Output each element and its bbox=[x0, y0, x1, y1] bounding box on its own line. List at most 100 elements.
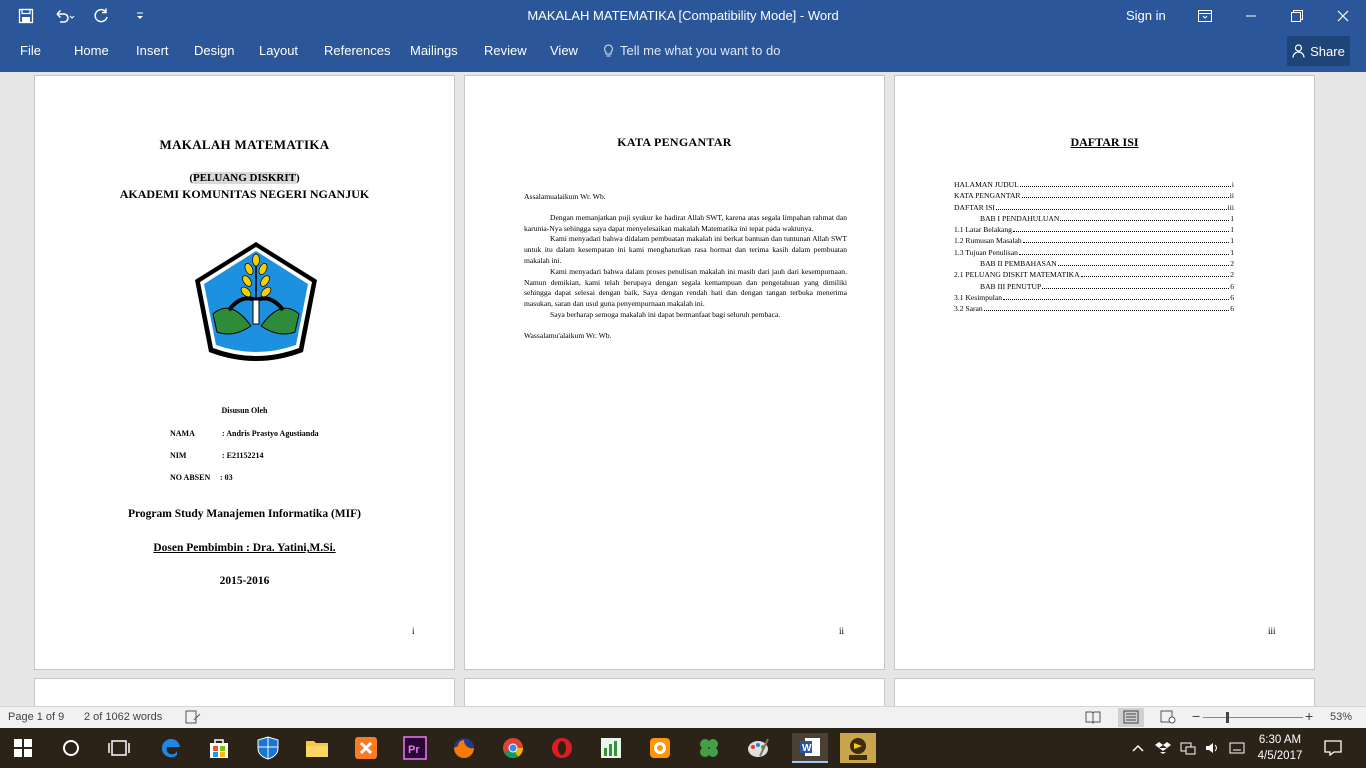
cover-subtitle-text: PELUANG DISKRIT bbox=[193, 172, 296, 184]
svg-text:W: W bbox=[802, 743, 812, 754]
tab-home[interactable]: Home bbox=[74, 43, 109, 58]
store-icon[interactable] bbox=[204, 733, 234, 763]
clock-time: 6:30 AM bbox=[1258, 734, 1302, 746]
toc-entry[interactable]: KATA PENGANTAR ii bbox=[954, 190, 1234, 201]
toc-entry[interactable]: DAFTAR ISI iii bbox=[954, 202, 1234, 213]
network-icon[interactable] bbox=[1177, 733, 1199, 763]
read-mode-icon[interactable] bbox=[1085, 710, 1101, 727]
premiere-pro-icon[interactable]: Pr bbox=[400, 733, 430, 763]
toc-entry[interactable]: 1.3 Tujuan Penulisan 1 bbox=[954, 247, 1234, 258]
tab-layout[interactable]: Layout bbox=[259, 43, 298, 58]
zoom-in-button[interactable]: + bbox=[1305, 708, 1313, 724]
tell-me-search[interactable]: Tell me what you want to do bbox=[603, 43, 780, 58]
file-explorer-icon[interactable] bbox=[302, 733, 332, 763]
clock-date: 4/5/2017 bbox=[1257, 750, 1303, 762]
academic-year: 2015-2016 bbox=[219, 575, 270, 587]
page-kata-pengantar[interactable]: KATA PENGANTAR Assalamualaikum Wr. Wb. D… bbox=[464, 75, 885, 670]
zoom-slider[interactable] bbox=[1203, 717, 1303, 718]
restore-icon[interactable] bbox=[1274, 0, 1320, 32]
page-daftar-isi[interactable]: DAFTAR ISI HALAMAN JUDUL i KATA PENGANTAR… bbox=[894, 75, 1315, 670]
cover-title: MAKALAH MATEMATIKA bbox=[159, 137, 330, 152]
ribbon-tabs: File Home Insert Design Layout Reference… bbox=[0, 32, 1366, 72]
cover-subtitle-close: ) bbox=[296, 172, 300, 184]
title-bar: MAKALAH MATEMATIKA [Compatibility Mode] … bbox=[0, 0, 1366, 32]
show-hidden-icons-icon[interactable] bbox=[1128, 733, 1148, 763]
volume-icon[interactable] bbox=[1202, 733, 1224, 763]
media-app-icon[interactable] bbox=[645, 733, 675, 763]
program-study: Program Study Manajemen Informatika (MIF… bbox=[128, 508, 361, 520]
zoom-app-icon[interactable] bbox=[840, 733, 876, 763]
toc-entry[interactable]: 1.2 Rumusan Masalah 1 bbox=[954, 235, 1234, 246]
status-bar: Page 1 of 9 2 of 1062 words − + 53% bbox=[0, 706, 1366, 728]
zoom-out-button[interactable]: − bbox=[1192, 708, 1200, 724]
nim-value: : E21152214 bbox=[222, 451, 264, 460]
tab-file[interactable]: File bbox=[20, 43, 41, 58]
input-method-icon[interactable] bbox=[1226, 733, 1248, 763]
svg-text:Pr: Pr bbox=[408, 744, 420, 756]
page-cover[interactable]: MAKALAH MATEMATIKA (PELUANG DISKRIT) AKA… bbox=[34, 75, 455, 670]
absen-label: NO ABSEN bbox=[170, 473, 211, 482]
toc-entry[interactable]: 3.2 Saran 6 bbox=[954, 303, 1234, 314]
paragraph-1: Dengan memanjatkan puji syukur ke hadira… bbox=[524, 212, 847, 233]
toc-entry[interactable]: 1.1 Latar Belakang 1 bbox=[954, 224, 1234, 235]
toc-entry[interactable]: HALAMAN JUDUL i bbox=[954, 179, 1234, 190]
word-taskbar-icon[interactable]: W bbox=[792, 733, 828, 763]
chrome-icon[interactable] bbox=[498, 733, 528, 763]
xampp-icon[interactable] bbox=[351, 733, 381, 763]
page-number: i bbox=[412, 626, 415, 636]
notifications-icon[interactable] bbox=[1318, 733, 1348, 763]
nim-label: NIM bbox=[170, 451, 187, 460]
disusun-oleh: Disusun Oleh bbox=[221, 406, 268, 415]
share-label: Share bbox=[1310, 43, 1345, 59]
paint-icon[interactable] bbox=[743, 733, 773, 763]
cover-institution: AKADEMI KOMUNITAS NEGERI NGANJUK bbox=[119, 187, 370, 201]
tab-mailings[interactable]: Mailings bbox=[410, 43, 458, 58]
dosen-pembimbing: Dosen Pembimbin : Dra. Yatini,M.Si. bbox=[153, 542, 336, 554]
zoom-level[interactable]: 53% bbox=[1330, 711, 1352, 723]
chart-app-icon[interactable] bbox=[596, 733, 626, 763]
task-view-icon[interactable] bbox=[104, 733, 134, 763]
edge-browser-icon[interactable] bbox=[156, 733, 186, 763]
toc-entry[interactable]: BAB III PENUTUP 6 bbox=[954, 281, 1234, 292]
toc-entry[interactable]: 3.1 Kesimpulan 6 bbox=[954, 292, 1234, 303]
opera-icon[interactable] bbox=[547, 733, 577, 763]
greeting: Assalamualaikum Wr. Wb. bbox=[524, 192, 606, 201]
document-area[interactable]: MAKALAH MATEMATIKA (PELUANG DISKRIT) AKA… bbox=[0, 72, 1366, 706]
nama-value: : Andris Prastyo Agustianda bbox=[222, 429, 319, 438]
firefox-icon[interactable] bbox=[449, 733, 479, 763]
toc-entry[interactable]: 2.1 PELUANG DISKIT MATEMATIKA 2 bbox=[954, 269, 1234, 280]
tab-design[interactable]: Design bbox=[194, 43, 234, 58]
system-clock[interactable]: 6:30 AM 4/5/2017 bbox=[1252, 732, 1308, 764]
toc-entry[interactable]: BAB II PEMBAHASAN 2 bbox=[954, 258, 1234, 269]
cortana-search-icon[interactable] bbox=[56, 733, 86, 763]
close-icon[interactable] bbox=[1320, 0, 1366, 32]
word-count[interactable]: 2 of 1062 words bbox=[84, 711, 162, 723]
tab-insert[interactable]: Insert bbox=[136, 43, 169, 58]
absen-row: NO ABSEN: 03 bbox=[170, 473, 233, 482]
windows-start-icon[interactable] bbox=[8, 733, 38, 763]
toc-entry[interactable]: BAB I PENDAHULUAN 1 bbox=[954, 213, 1234, 224]
zoom-slider-thumb[interactable] bbox=[1226, 712, 1229, 723]
page-5[interactable] bbox=[464, 678, 885, 706]
tab-review[interactable]: Review bbox=[484, 43, 527, 58]
page-6[interactable] bbox=[894, 678, 1315, 706]
print-layout-icon[interactable] bbox=[1118, 708, 1144, 727]
web-layout-icon[interactable] bbox=[1160, 710, 1176, 727]
page-number: ii bbox=[839, 626, 845, 636]
page-indicator[interactable]: Page 1 of 9 bbox=[8, 711, 64, 723]
sign-in-link[interactable]: Sign in bbox=[1126, 8, 1166, 23]
windows-defender-icon[interactable] bbox=[253, 733, 283, 763]
minimize-icon[interactable] bbox=[1228, 0, 1274, 32]
ribbon-display-options-icon[interactable] bbox=[1182, 0, 1228, 32]
tab-references[interactable]: References bbox=[324, 43, 390, 58]
dropbox-icon[interactable] bbox=[1152, 733, 1174, 763]
page-4[interactable] bbox=[34, 678, 455, 706]
page-number: iii bbox=[1268, 626, 1276, 636]
lightbulb-icon bbox=[604, 43, 613, 56]
nama-label: NAMA bbox=[170, 429, 195, 438]
proofing-icon[interactable] bbox=[185, 710, 201, 727]
clover-icon[interactable] bbox=[694, 733, 724, 763]
tab-view[interactable]: View bbox=[550, 43, 578, 58]
person-icon bbox=[1292, 44, 1305, 58]
share-button[interactable]: Share bbox=[1287, 36, 1350, 66]
